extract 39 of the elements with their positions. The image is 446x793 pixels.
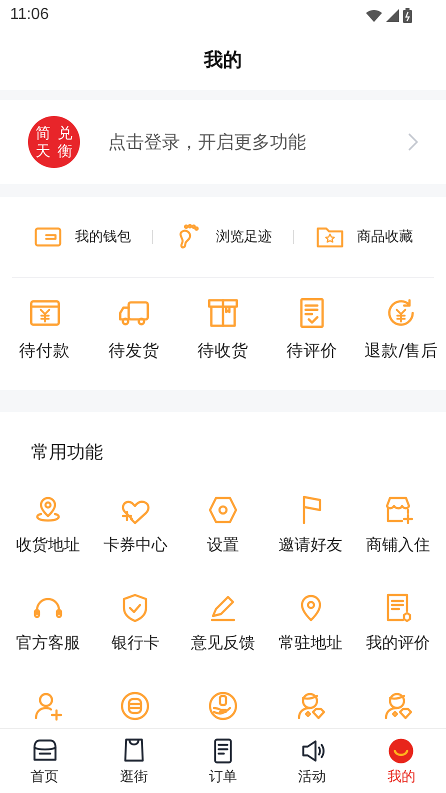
function-label[interactable]: 设置 bbox=[206, 535, 239, 556]
function-label[interactable]: 常驻地址 bbox=[278, 633, 343, 654]
order-status-link[interactable]: 待评价 bbox=[286, 340, 338, 362]
smile-icon bbox=[387, 736, 416, 764]
function-label[interactable]: 意见反馈 bbox=[190, 633, 255, 654]
user-badge-icon[interactable] bbox=[382, 690, 414, 722]
tab[interactable]: 逛街 bbox=[89, 729, 178, 793]
tab[interactable]: 活动 bbox=[268, 729, 357, 793]
quick-link[interactable]: 浏览足迹 bbox=[216, 228, 272, 246]
quick-link[interactable]: 商品收藏 bbox=[357, 228, 413, 246]
order-status-link[interactable]: 退款/售后 bbox=[364, 340, 438, 362]
function-label[interactable]: 银行卡 bbox=[111, 633, 160, 654]
chevron-icon bbox=[408, 133, 418, 151]
quick-link[interactable]: 我的钱包 bbox=[75, 228, 131, 246]
wifi-icon bbox=[366, 8, 382, 22]
function-label[interactable]: 收货地址 bbox=[16, 535, 80, 556]
function-label[interactable]: 商铺入住 bbox=[366, 535, 430, 556]
signal-icon bbox=[386, 8, 399, 22]
hexagon-icon[interactable] bbox=[206, 494, 239, 526]
function-label[interactable]: 官方客服 bbox=[16, 633, 80, 654]
tab[interactable]: 首页 bbox=[0, 729, 90, 793]
hand-coin-icon[interactable] bbox=[206, 690, 239, 722]
login-card[interactable]: 简 兑 天 衡 点击登录，开启更多功能 bbox=[0, 100, 446, 184]
tab[interactable]: 我的 bbox=[356, 729, 446, 793]
order-status-link[interactable]: 待收货 bbox=[198, 340, 248, 362]
function-label[interactable]: 卡券中心 bbox=[103, 535, 168, 556]
section-title: 常用功能 bbox=[30, 441, 104, 464]
function-label[interactable]: 邀请好友 bbox=[278, 535, 343, 556]
battery-icon bbox=[403, 8, 412, 22]
order-status-link[interactable]: 待付款 bbox=[19, 340, 70, 362]
function-label[interactable]: 我的评价 bbox=[366, 633, 430, 654]
tab[interactable]: 订单 bbox=[178, 729, 268, 793]
logo: 简 兑 天 衡 bbox=[28, 116, 80, 168]
status-time: 11:06 bbox=[10, 6, 49, 24]
coin-stack-icon[interactable] bbox=[119, 690, 152, 722]
login-prompt: 点击登录，开启更多功能 bbox=[108, 131, 307, 154]
box-icon bbox=[206, 296, 240, 330]
order-status-link[interactable]: 待发货 bbox=[108, 340, 160, 362]
page-title: 我的 bbox=[204, 48, 242, 73]
